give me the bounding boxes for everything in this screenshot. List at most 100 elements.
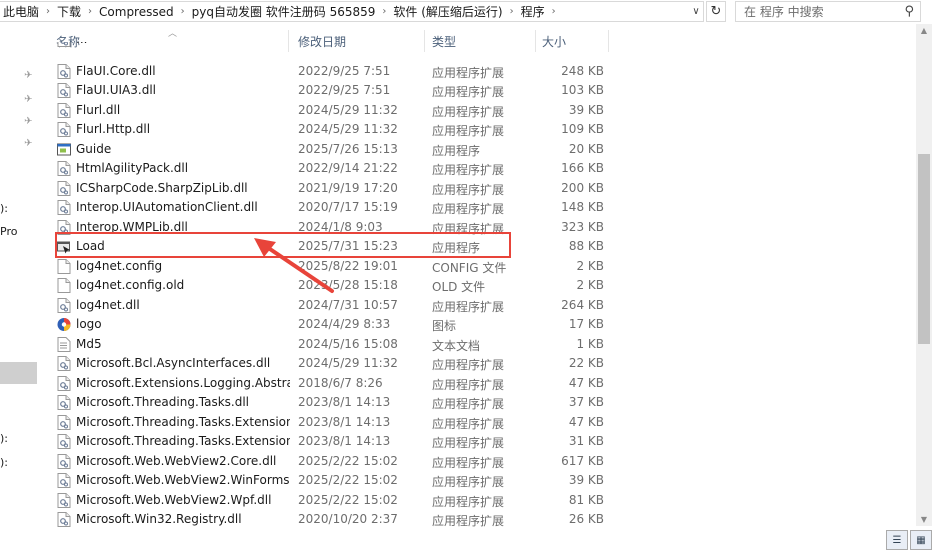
file-type: 应用程序扩展	[432, 182, 505, 197]
file-date: 2025/2/22 15:02	[298, 473, 398, 487]
file-date: 2024/4/29 8:33	[298, 317, 391, 331]
file-type: 图标	[432, 319, 457, 333]
file-row[interactable]: FlaUI.UIA3.dll 2022/9/25 7:51 应用程序扩展 103 KB	[52, 81, 612, 101]
file-size: 264 KB	[561, 297, 604, 312]
chevron-down-icon[interactable]: ∨	[688, 1, 704, 22]
file-type: 应用程序扩展	[432, 494, 505, 509]
app-window-icon	[57, 142, 71, 157]
file-type: 应用程序扩展	[432, 475, 505, 489]
scroll-up-icon[interactable]: ▲	[916, 26, 932, 35]
file-row[interactable]: logo 2024/4/29 8:33 图标 17 KB	[52, 315, 612, 335]
large-icons-view-icon[interactable]: ▦	[910, 530, 932, 550]
file-row[interactable]: Microsoft.Bcl.AsyncInterfaces.dll 2024/5/…	[52, 354, 612, 374]
file-row[interactable]: Microsoft.Win32.Registry.dll 2020/10/20 2…	[52, 510, 612, 530]
file-size: 39 KB	[568, 102, 604, 117]
nav-item-fragment[interactable]: Pro	[0, 225, 17, 238]
scroll-down-icon[interactable]: ▼	[916, 515, 932, 524]
breadcrumb-3[interactable]: pyq自动发圈 软件注册码 565859	[189, 3, 379, 20]
file-size: 47 KB	[568, 375, 604, 390]
file-date: 2020/10/20 2:37	[298, 512, 398, 526]
file-name: logo	[76, 317, 102, 331]
breadcrumb-2[interactable]: Compressed	[96, 5, 177, 19]
refresh-icon[interactable]: ↻	[706, 1, 726, 22]
file-type: OLD 文件	[432, 280, 486, 294]
breadcrumb-5[interactable]: 程序	[518, 3, 548, 20]
dll-file-icon	[57, 63, 71, 79]
nav-item-fragment[interactable]: ):	[0, 202, 8, 215]
file-name: Microsoft.Threading.Tasks.Extension...	[76, 434, 290, 448]
file-row[interactable]: Flurl.Http.dll 2024/5/29 11:32 应用程序扩展 109 K…	[52, 120, 612, 140]
breadcrumb-separator-icon[interactable]: ›	[84, 6, 96, 17]
file-name: Microsoft.Web.WebView2.WinForms....	[76, 473, 290, 487]
breadcrumb-4[interactable]: 软件 (解压缩后运行)	[390, 3, 505, 20]
file-row[interactable]: Microsoft.Threading.Tasks.dll 2023/8/1 14…	[52, 393, 612, 413]
address-bar[interactable]: 此电脑 › 下载 › Compressed › pyq自动发圈 软件注册码 56…	[0, 1, 704, 22]
blank-file-icon	[57, 278, 71, 293]
breadcrumb-separator-icon[interactable]: ›	[548, 6, 560, 17]
file-size: 166 KB	[561, 161, 604, 175]
file-row[interactable]: Md5 2024/5/16 15:08 文本文档 1 KB	[52, 335, 612, 355]
file-size: 22 KB	[568, 356, 604, 370]
breadcrumb-separator-icon[interactable]: ›	[177, 6, 189, 17]
details-view-icon[interactable]: ☰	[886, 530, 908, 550]
dll-file-icon	[57, 512, 71, 527]
file-date: 2024/7/31 10:57	[298, 297, 398, 312]
file-type: 应用程序扩展	[432, 299, 505, 314]
nav-item-fragment[interactable]: ):	[0, 456, 8, 469]
file-type: 应用程序扩展	[432, 358, 505, 372]
file-size: 2 KB	[576, 258, 604, 273]
file-date: 2018/6/7 8:26	[298, 375, 383, 390]
file-size: 2 KB	[576, 278, 604, 292]
file-size: 17 KB	[568, 317, 604, 331]
search-input[interactable]: 在 程序 中搜索 ⚲	[735, 1, 921, 22]
file-name: Interop.UIAutomationClient.dll	[76, 200, 258, 214]
nav-selected-item[interactable]	[0, 362, 37, 384]
breadcrumb-1[interactable]: 下载	[54, 3, 84, 20]
file-row[interactable]: Microsoft.Threading.Tasks.Extension... 20…	[52, 413, 612, 433]
nav-item-fragment[interactable]: ):	[0, 432, 8, 445]
file-row[interactable]: HtmlAgilityPack.dll 2022/9/14 21:22 应用程序扩展…	[52, 159, 612, 179]
breadcrumb-separator-icon[interactable]: ›	[506, 6, 518, 17]
file-date: 2023/8/1 14:13	[298, 434, 391, 448]
vertical-scrollbar[interactable]: ▲ ▼	[916, 24, 932, 526]
file-date: 2024/5/29 11:32	[298, 356, 398, 370]
file-row[interactable]: ICSharpCode.SharpZipLib.dll 2021/9/19 17:…	[52, 179, 612, 199]
file-date: 2024/5/29 11:32	[298, 122, 398, 136]
text-file-icon	[57, 336, 71, 352]
file-type: 应用程序扩展	[432, 202, 505, 216]
file-size: 20 KB	[568, 141, 604, 156]
file-size: 1 KB	[576, 336, 604, 351]
file-row[interactable]: Guide 2025/7/26 15:13 应用程序 20 KB	[52, 140, 612, 160]
breadcrumb-separator-icon[interactable]: ›	[378, 6, 390, 17]
file-row[interactable]: Microsoft.Web.WebView2.Wpf.dll 2025/2/22 …	[52, 491, 612, 511]
file-type: 应用程序扩展	[432, 455, 505, 470]
file-row[interactable]: Microsoft.Threading.Tasks.Extension... 20…	[52, 432, 612, 452]
file-date: 2022/9/14 21:22	[298, 161, 398, 175]
file-row[interactable]: Interop.UIAutomationClient.dll 2020/7/17 …	[52, 198, 612, 218]
file-row[interactable]: log4net.dll 2024/7/31 10:57 应用程序扩展 264 KB	[52, 296, 612, 316]
sort-ascending-icon: ︿	[168, 29, 178, 39]
file-type: 文本文档	[432, 338, 481, 353]
file-row[interactable]: ...	[52, 42, 612, 50]
pin-icon[interactable]: ✈	[24, 138, 34, 149]
file-row[interactable]: Microsoft.Web.WebView2.Core.dll 2025/2/22…	[52, 452, 612, 472]
pin-icon[interactable]: ✈	[24, 94, 34, 105]
pin-icon[interactable]: ✈	[24, 116, 34, 127]
file-name: Microsoft.Web.WebView2.Wpf.dll	[76, 492, 272, 507]
file-type: 应用程序扩展	[432, 85, 505, 99]
file-row[interactable]: Microsoft.Extensions.Logging.Abstra... 20…	[52, 374, 612, 394]
pin-icon[interactable]: ✈	[24, 70, 34, 81]
file-name: Flurl.dll	[76, 102, 121, 117]
file-type: 应用程序扩展	[432, 104, 505, 119]
breadcrumb-0[interactable]: 此电脑	[0, 3, 42, 20]
file-row[interactable]: Microsoft.Web.WebView2.WinForms.... 2025/…	[52, 471, 612, 491]
file-row[interactable]: FlaUI.Core.dll 2022/9/25 7:51 应用程序扩展 248 KB	[52, 62, 612, 82]
file-date: 2021/9/19 17:20	[298, 180, 398, 195]
file-date: 2020/7/17 15:19	[298, 200, 398, 214]
scrollbar-thumb[interactable]	[918, 154, 930, 344]
search-icon[interactable]: ⚲	[904, 4, 914, 19]
file-name: Flurl.Http.dll	[76, 122, 151, 136]
file-row[interactable]: Flurl.dll 2024/5/29 11:32 应用程序扩展 39 KB	[52, 101, 612, 121]
file-name: Microsoft.Threading.Tasks.Extension...	[76, 414, 290, 429]
breadcrumb-separator-icon[interactable]: ›	[42, 6, 54, 17]
